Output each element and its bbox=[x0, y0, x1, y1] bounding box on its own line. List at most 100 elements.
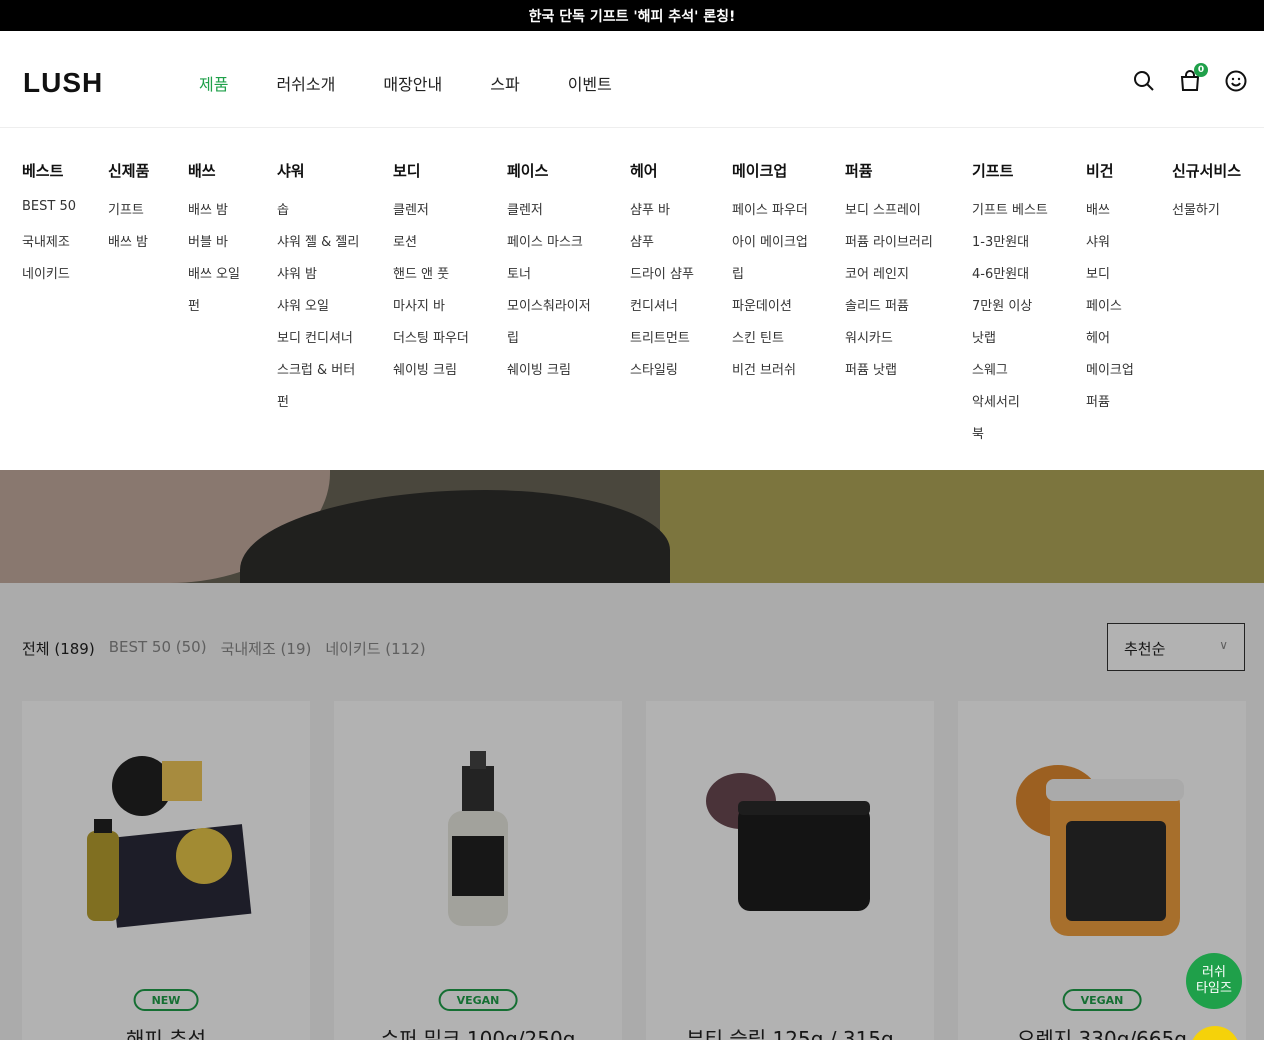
lush-logo[interactable]: LUSH bbox=[23, 67, 103, 99]
menu-item[interactable]: 국내제조 bbox=[22, 231, 76, 263]
menu-item[interactable]: 펀 bbox=[188, 295, 240, 327]
menu-item[interactable]: 더스팅 파우더 bbox=[393, 327, 469, 359]
menu-item[interactable]: 드라이 샴푸 bbox=[630, 263, 694, 295]
account-smile-icon[interactable] bbox=[1224, 69, 1248, 93]
lush-times-floating-button[interactable]: 러쉬 타임즈 bbox=[1186, 953, 1242, 1009]
menu-item[interactable]: 4-6만원대 bbox=[972, 263, 1048, 295]
menu-item[interactable]: 솔리드 퍼퓸 bbox=[845, 295, 933, 327]
menu-item[interactable]: 메이크업 bbox=[1086, 359, 1134, 391]
menu-heading[interactable]: 샤워 bbox=[277, 160, 359, 181]
products-mega-menu: 베스트 BEST 50 국내제조 네이키드 신제품 기프트 배쓰 밤 배쓰 배쓰 밤버… bbox=[0, 127, 1264, 470]
menu-item[interactable]: 립 bbox=[507, 327, 591, 359]
menu-item[interactable]: 트리트먼트 bbox=[630, 327, 694, 359]
menu-item[interactable]: 보디 컨디셔너 bbox=[277, 327, 359, 359]
menu-heading[interactable]: 보디 bbox=[393, 160, 469, 181]
menu-col-makeup: 메이크업 페이스 파우더 아이 메이크업 립 파운데이션 스킨 틴트 비건 브러쉬 bbox=[732, 160, 808, 391]
menu-item[interactable]: 7만원 이상 bbox=[972, 295, 1048, 327]
menu-item[interactable]: 퍼퓸 낫랩 bbox=[845, 359, 933, 391]
menu-item[interactable]: 헤어 bbox=[1086, 327, 1134, 359]
menu-heading[interactable]: 퍼퓸 bbox=[845, 160, 933, 181]
menu-item[interactable]: 페이스 bbox=[1086, 295, 1134, 327]
menu-item[interactable]: 퍼퓸 라이브러리 bbox=[845, 231, 933, 263]
menu-item[interactable]: 배쓰 밤 bbox=[108, 231, 149, 263]
main-nav: 제품 러쉬소개 매장안내 스파 이벤트 bbox=[199, 71, 660, 95]
menu-item[interactable]: 보디 bbox=[1086, 263, 1134, 295]
menu-heading[interactable]: 신제품 bbox=[108, 160, 149, 181]
menu-heading[interactable]: 비건 bbox=[1086, 160, 1134, 181]
menu-item[interactable]: 보디 스프레이 bbox=[845, 199, 933, 231]
nav-about[interactable]: 러쉬소개 bbox=[276, 71, 335, 95]
menu-item[interactable]: 샤워 오일 bbox=[277, 295, 359, 327]
menu-item[interactable]: 악세서리 bbox=[972, 391, 1048, 423]
menu-col-perfume: 퍼퓸 보디 스프레이 퍼퓸 라이브러리 코어 레인지 솔리드 퍼퓸 워시카드 퍼퓸 낫랩 bbox=[845, 160, 933, 391]
menu-item[interactable]: BEST 50 bbox=[22, 199, 76, 231]
menu-item[interactable]: 페이스 마스크 bbox=[507, 231, 591, 263]
menu-item[interactable]: 클렌저 bbox=[507, 199, 591, 231]
search-icon[interactable] bbox=[1132, 69, 1156, 93]
menu-item[interactable]: 스킨 틴트 bbox=[732, 327, 808, 359]
menu-item[interactable]: 샤워 밤 bbox=[277, 263, 359, 295]
site-header: LUSH 제품 러쉬소개 매장안내 스파 이벤트 0 bbox=[0, 31, 1264, 127]
menu-item[interactable]: 쉐이빙 크림 bbox=[507, 359, 591, 391]
menu-item[interactable]: 토너 bbox=[507, 263, 591, 295]
menu-heading[interactable]: 메이크업 bbox=[732, 160, 808, 181]
nav-spa[interactable]: 스파 bbox=[490, 71, 519, 95]
menu-item[interactable]: 배쓰 bbox=[1086, 199, 1134, 231]
menu-item[interactable]: 마사지 바 bbox=[393, 295, 469, 327]
menu-item[interactable]: 배쓰 밤 bbox=[188, 199, 240, 231]
menu-item[interactable]: 1-3만원대 bbox=[972, 231, 1048, 263]
menu-item[interactable]: 샴푸 bbox=[630, 231, 694, 263]
menu-item[interactable]: 기프트 bbox=[108, 199, 149, 231]
menu-item[interactable]: 샤워 bbox=[1086, 231, 1134, 263]
menu-item[interactable]: 워시카드 bbox=[845, 327, 933, 359]
menu-col-face: 페이스 클렌저 페이스 마스크 토너 모이스춰라이저 립 쉐이빙 크림 bbox=[507, 160, 591, 391]
menu-item[interactable]: 북 bbox=[972, 423, 1048, 455]
menu-item[interactable]: 선물하기 bbox=[1172, 199, 1241, 231]
menu-item[interactable]: 버블 바 bbox=[188, 231, 240, 263]
menu-heading[interactable]: 페이스 bbox=[507, 160, 591, 181]
menu-col-gift: 기프트 기프트 베스트 1-3만원대 4-6만원대 7만원 이상 낫랩 스웨그 악세서리 북 bbox=[972, 160, 1048, 455]
menu-item[interactable]: 스크럽 & 버터 bbox=[277, 359, 359, 391]
menu-dim-overlay[interactable] bbox=[0, 470, 1264, 1040]
menu-heading[interactable]: 배쓰 bbox=[188, 160, 240, 181]
floating-label-1: 러쉬 bbox=[1202, 965, 1226, 980]
menu-item[interactable]: 스타일링 bbox=[630, 359, 694, 391]
menu-item[interactable]: 기프트 베스트 bbox=[972, 199, 1048, 231]
menu-item[interactable]: 컨디셔너 bbox=[630, 295, 694, 327]
menu-col-new: 신제품 기프트 배쓰 밤 bbox=[108, 160, 149, 263]
menu-item[interactable]: 비건 브러쉬 bbox=[732, 359, 808, 391]
nav-products[interactable]: 제품 bbox=[199, 71, 228, 95]
menu-item[interactable]: 립 bbox=[732, 263, 808, 295]
menu-item[interactable]: 펀 bbox=[277, 391, 359, 423]
menu-item[interactable]: 낫랩 bbox=[972, 327, 1048, 359]
menu-heading[interactable]: 신규서비스 bbox=[1172, 160, 1241, 181]
menu-heading[interactable]: 기프트 bbox=[972, 160, 1048, 181]
nav-events[interactable]: 이벤트 bbox=[568, 71, 612, 95]
menu-item[interactable]: 퍼퓸 bbox=[1086, 391, 1134, 423]
menu-col-body: 보디 클렌저 로션 핸드 앤 풋 마사지 바 더스팅 파우더 쉐이빙 크림 bbox=[393, 160, 469, 391]
menu-item[interactable]: 솝 bbox=[277, 199, 359, 231]
banner-text: 한국 단독 기프트 '해피 추석' 론칭! bbox=[528, 8, 736, 25]
menu-item[interactable]: 배쓰 오일 bbox=[188, 263, 240, 295]
menu-item[interactable]: 쉐이빙 크림 bbox=[393, 359, 469, 391]
menu-item[interactable]: 파운데이션 bbox=[732, 295, 808, 327]
nav-stores[interactable]: 매장안내 bbox=[383, 71, 442, 95]
utility-icons: 0 bbox=[1132, 63, 1248, 93]
menu-item[interactable]: 스웨그 bbox=[972, 359, 1048, 391]
menu-item[interactable]: 아이 메이크업 bbox=[732, 231, 808, 263]
menu-item[interactable]: 클렌저 bbox=[393, 199, 469, 231]
menu-item[interactable]: 핸드 앤 풋 bbox=[393, 263, 469, 295]
menu-item[interactable]: 네이키드 bbox=[22, 263, 76, 295]
menu-item[interactable]: 로션 bbox=[393, 231, 469, 263]
cart-count-badge: 0 bbox=[1194, 63, 1208, 77]
menu-item[interactable]: 모이스춰라이저 bbox=[507, 295, 591, 327]
menu-item[interactable]: 샴푸 바 bbox=[630, 199, 694, 231]
menu-item[interactable]: 샤워 젤 & 젤리 bbox=[277, 231, 359, 263]
menu-item[interactable]: 페이스 파우더 bbox=[732, 199, 808, 231]
menu-heading[interactable]: 베스트 bbox=[22, 160, 76, 181]
floating-label-2: 타임즈 bbox=[1196, 981, 1232, 996]
top-announcement-banner[interactable]: 한국 단독 기프트 '해피 추석' 론칭! bbox=[0, 0, 1264, 31]
menu-heading[interactable]: 헤어 bbox=[630, 160, 694, 181]
menu-item[interactable]: 코어 레인지 bbox=[845, 263, 933, 295]
cart-icon[interactable]: 0 bbox=[1178, 63, 1208, 93]
